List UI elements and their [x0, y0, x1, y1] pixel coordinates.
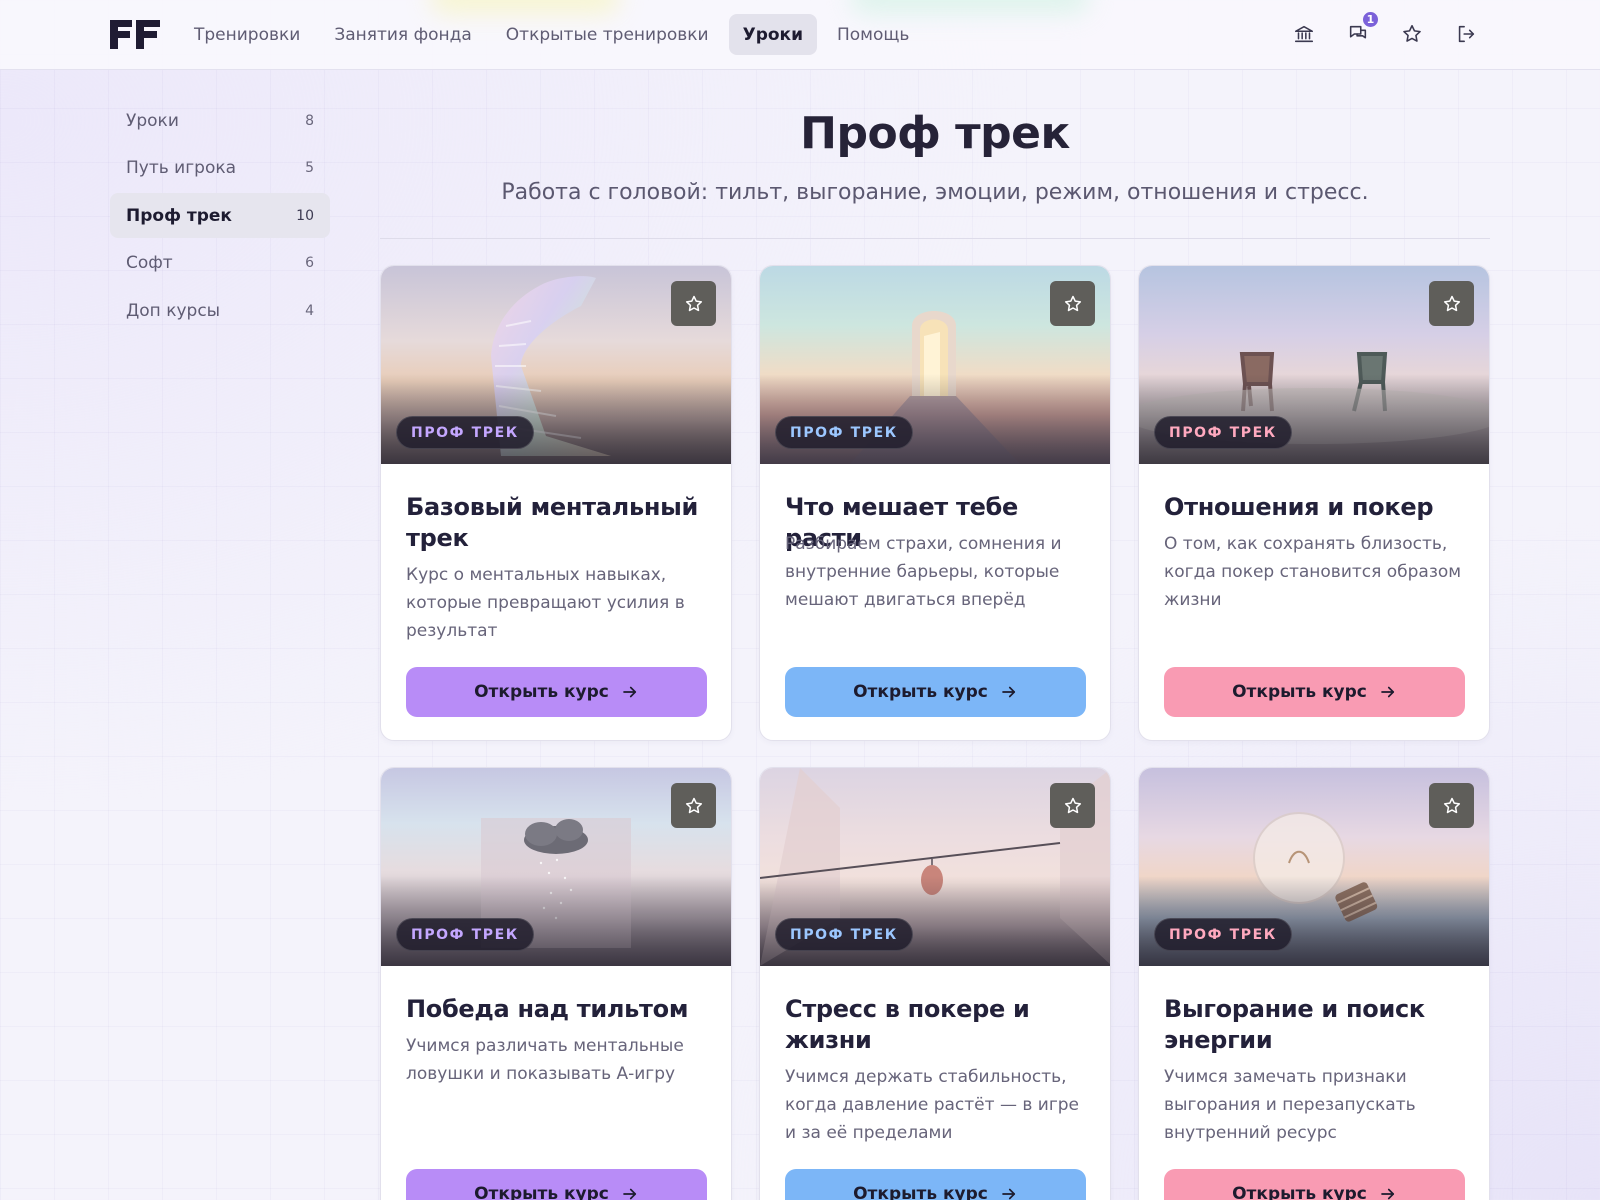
- favorite-button[interactable]: [1429, 783, 1474, 828]
- open-course-button[interactable]: Открыть курс: [785, 1169, 1086, 1200]
- top-navigation-bar: FF Тренировки Занятия фонда Открытые тре…: [0, 0, 1600, 70]
- star-icon: [1403, 24, 1421, 42]
- open-course-label: Открыть курс: [1232, 682, 1367, 702]
- favorite-button[interactable]: [1050, 281, 1095, 326]
- star-icon: [1443, 797, 1460, 813]
- sidebar-item-label: Доп курсы: [126, 300, 221, 321]
- sidebar-item-soft[interactable]: Софт 6: [110, 241, 330, 286]
- star-icon: [685, 797, 702, 813]
- star-icon: [685, 295, 702, 311]
- open-course-button[interactable]: Открыть курс: [785, 667, 1086, 717]
- sidebar-item-player-path[interactable]: Путь игрока 5: [110, 146, 330, 191]
- favorite-button[interactable]: [671, 281, 716, 326]
- course-card[interactable]: ПРОФ ТРЕК Стресс в покере и жизни Учимся…: [759, 767, 1111, 1200]
- category-tag: ПРОФ ТРЕК: [396, 416, 534, 449]
- messages-badge: 1: [1361, 10, 1380, 29]
- favorites-button[interactable]: [1396, 16, 1428, 52]
- favorite-button[interactable]: [1429, 281, 1474, 326]
- star-icon: [1443, 295, 1460, 311]
- star-icon: [1064, 295, 1081, 311]
- category-tag: ПРОФ ТРЕК: [1154, 416, 1292, 449]
- open-course-button[interactable]: Открыть курс: [1164, 1169, 1465, 1200]
- nav-item-help[interactable]: Помощь: [823, 14, 923, 55]
- category-tag: ПРОФ ТРЕК: [775, 416, 913, 449]
- decorative-glow: [430, 0, 620, 14]
- arrow-right-icon: [623, 1188, 636, 1200]
- course-description: Учимся различать ментальные ловушки и по…: [406, 1036, 684, 1084]
- page-title: Проф трек: [800, 108, 1070, 159]
- course-description: Курс о ментальных навыках, которые превр…: [406, 565, 685, 641]
- course-description: Разбираем страхи, сомнения и внутренние …: [785, 534, 1062, 610]
- sidebar-item-count: 8: [305, 112, 314, 129]
- main-nav: Тренировки Занятия фонда Открытые тренир…: [180, 14, 923, 55]
- course-description: О том, как сохранять близость, когда пок…: [1164, 534, 1462, 610]
- nav-item-open-trainings[interactable]: Открытые тренировки: [492, 14, 723, 55]
- course-title: Стресс в покере и жизни: [785, 995, 1030, 1054]
- nav-item-trainings[interactable]: Тренировки: [180, 14, 314, 55]
- sidebar-item-label: Софт: [126, 253, 173, 273]
- course-card[interactable]: ПРОФ ТРЕК Выгорание и поиск энергии Учим…: [1138, 767, 1490, 1200]
- favorite-button[interactable]: [671, 783, 716, 828]
- decorative-glow: [850, 0, 1090, 14]
- open-course-button[interactable]: Открыть курс: [406, 1169, 707, 1200]
- open-course-button[interactable]: Открыть курс: [406, 667, 707, 717]
- nav-item-fund-lessons[interactable]: Занятия фонда: [320, 14, 485, 55]
- arrow-right-icon: [1002, 686, 1015, 698]
- course-card[interactable]: ПРОФ ТРЕК Победа над тильтом Учимся разл…: [380, 767, 732, 1200]
- category-tag: ПРОФ ТРЕК: [1154, 918, 1292, 951]
- course-card[interactable]: ПРОФ ТРЕК Отношения и покер О том, как с…: [1138, 265, 1490, 741]
- sidebar-item-count: 5: [305, 160, 314, 176]
- bank-button[interactable]: [1288, 16, 1320, 52]
- arrow-right-icon: [1381, 1188, 1394, 1200]
- category-tag: ПРОФ ТРЕК: [396, 918, 534, 951]
- messages-button[interactable]: 1: [1342, 10, 1380, 52]
- course-card[interactable]: ПРОФ ТРЕК Базовый ментальный трек Курс о…: [380, 265, 732, 741]
- open-course-label: Открыть курс: [853, 682, 988, 702]
- divider: [380, 238, 1490, 239]
- sidebar-item-pro-track[interactable]: Проф трек 10: [110, 193, 330, 238]
- arrow-right-icon: [1381, 686, 1394, 698]
- page-subtitle: Работа с головой: тильт, выгорание, эмоц…: [501, 180, 1369, 205]
- open-course-label: Открыть курс: [853, 1184, 988, 1200]
- logout-icon: [1458, 25, 1475, 43]
- sidebar-item-extra-courses[interactable]: Доп курсы 4: [110, 288, 330, 333]
- course-description: Учимся держать стабильность, когда давле…: [785, 1067, 1079, 1143]
- open-course-label: Открыть курс: [1232, 1184, 1367, 1200]
- arrow-right-icon: [623, 686, 636, 698]
- course-title: Победа над тильтом: [406, 995, 689, 1023]
- sidebar-item-count: 10: [296, 207, 314, 224]
- sidebar-item-count: 6: [305, 255, 314, 271]
- ff-logo[interactable]: FF: [110, 20, 160, 49]
- nav-item-lessons[interactable]: Уроки: [728, 14, 817, 55]
- course-title: Отношения и покер: [1164, 493, 1434, 521]
- course-title: Выгорание и поиск энергии: [1164, 995, 1425, 1054]
- category-tag: ПРОФ ТРЕК: [775, 918, 913, 951]
- sidebar-item-lessons[interactable]: Уроки 8: [110, 98, 330, 143]
- bank-icon: [1294, 25, 1314, 43]
- star-icon: [1064, 797, 1081, 813]
- sidebar-item-label: Путь игрока: [126, 158, 237, 178]
- sidebar-item-label: Уроки: [126, 110, 179, 131]
- sidebar-item-label: Проф трек: [126, 205, 232, 226]
- logout-button[interactable]: [1450, 16, 1482, 52]
- open-course-button[interactable]: Открыть курс: [1164, 667, 1465, 717]
- course-description: Учимся замечать признаки выгорания и пер…: [1164, 1067, 1416, 1143]
- sidebar: Уроки 8 Путь игрока 5 Проф трек 10 Софт …: [110, 98, 330, 336]
- favorite-button[interactable]: [1050, 783, 1095, 828]
- open-course-label: Открыть курс: [474, 1184, 609, 1200]
- course-card[interactable]: ПРОФ ТРЕК Что мешает тебе расти Разбирае…: [759, 265, 1111, 741]
- course-title: Базовый ментальный трек: [406, 493, 699, 552]
- open-course-label: Открыть курс: [474, 682, 609, 702]
- sidebar-item-count: 4: [305, 302, 314, 319]
- top-actions: 1: [1288, 10, 1482, 52]
- arrow-right-icon: [1002, 1188, 1015, 1200]
